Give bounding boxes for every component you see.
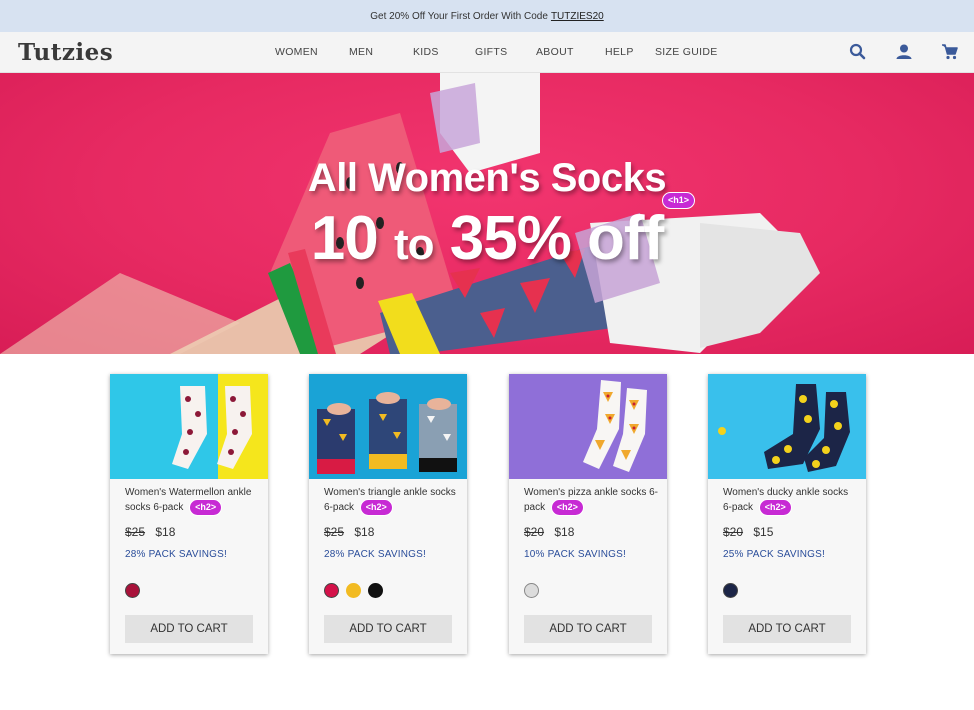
product-image[interactable] — [708, 374, 866, 479]
color-swatch-red[interactable] — [125, 583, 140, 598]
add-to-cart-button[interactable]: ADD TO CART — [524, 615, 652, 643]
promo-bar: Get 20% Off Your First Order With Code T… — [0, 0, 974, 32]
nav-item-help[interactable]: HELP — [605, 46, 634, 58]
sale-price: $18 — [554, 525, 575, 539]
pack-savings: 10% PACK SAVINGS! — [524, 549, 626, 560]
pack-savings: 28% PACK SAVINGS! — [125, 549, 227, 560]
product-card[interactable]: Women's triangle ankle socks 6-pack <h2>… — [309, 374, 467, 654]
nav-item-about[interactable]: ABOUT — [536, 46, 574, 58]
price-block: $25 $18 — [125, 525, 175, 539]
pizza-socks-image — [509, 374, 667, 479]
hero-subtitle-to: to — [393, 220, 435, 269]
site-header: Tutzies WOMEN MEN KIDS GIFTS ABOUT HELP … — [0, 32, 974, 73]
product-image[interactable] — [110, 374, 268, 479]
promo-code-link[interactable]: TUTZIES20 — [551, 11, 604, 22]
product-title[interactable]: Women's pizza ankle socks 6-pack <h2> — [524, 487, 659, 516]
product-card[interactable]: Women's Watermellon ankle socks 6-pack <… — [110, 374, 268, 654]
sale-price: $18 — [155, 525, 176, 539]
color-swatches — [324, 583, 383, 598]
add-to-cart-button[interactable]: ADD TO CART — [723, 615, 851, 643]
hero-banner[interactable]: All Women's Socks 10 to 35% off <h1> — [0, 73, 974, 354]
color-swatch-red[interactable] — [324, 583, 339, 598]
product-image[interactable] — [509, 374, 667, 479]
original-price: $25 — [125, 525, 146, 539]
product-image[interactable] — [309, 374, 467, 479]
product-card[interactable]: Women's pizza ankle socks 6-pack <h2> $2… — [509, 374, 667, 654]
add-to-cart-button[interactable]: ADD TO CART — [324, 615, 452, 643]
nav-item-men[interactable]: MEN — [349, 46, 373, 58]
original-price: $20 — [524, 525, 545, 539]
product-title[interactable]: Women's triangle ankle socks 6-pack <h2> — [324, 487, 459, 516]
product-card[interactable]: Women's ducky ankle socks 6-pack <h2> $2… — [708, 374, 866, 654]
hero-subtitle: 10 to 35% off — [0, 203, 974, 274]
sale-price: $18 — [354, 525, 375, 539]
color-swatch-white[interactable] — [524, 583, 539, 598]
h2-tag-badge: <h2> — [359, 499, 393, 516]
color-swatch-black[interactable] — [368, 583, 383, 598]
pack-savings: 28% PACK SAVINGS! — [324, 549, 426, 560]
add-to-cart-button[interactable]: ADD TO CART — [125, 615, 253, 643]
product-title-text: Women's pizza ankle socks 6-pack — [524, 487, 658, 514]
nav-item-size-guide[interactable]: SIZE GUIDE — [655, 46, 718, 58]
hero-subtitle-from: 10 — [310, 204, 379, 273]
original-price: $20 — [723, 525, 744, 539]
product-title[interactable]: Women's ducky ankle socks 6-pack <h2> — [723, 487, 858, 516]
nav-item-women[interactable]: WOMEN — [275, 46, 318, 58]
hero-title: All Women's Socks — [307, 156, 667, 200]
h2-tag-badge: <h2> — [550, 499, 584, 516]
triangle-socks-image — [309, 374, 467, 479]
nav-item-kids[interactable]: KIDS — [413, 46, 439, 58]
ducky-socks-image — [708, 374, 866, 479]
watermelon-socks-image — [110, 374, 268, 479]
account-icon[interactable] — [894, 42, 914, 62]
color-swatches — [125, 583, 140, 598]
h2-tag-badge: <h2> — [189, 499, 223, 516]
hero-subtitle-discount: 35% off — [449, 204, 664, 273]
color-swatches — [723, 583, 738, 598]
price-block: $20 $15 — [723, 525, 773, 539]
sale-price: $15 — [753, 525, 774, 539]
price-block: $20 $18 — [524, 525, 574, 539]
main-nav: WOMEN MEN KIDS GIFTS ABOUT HELP SIZE GUI… — [0, 32, 974, 73]
color-swatch-yellow[interactable] — [346, 583, 361, 598]
search-icon[interactable] — [848, 42, 868, 62]
h2-tag-badge: <h2> — [758, 499, 792, 516]
color-swatch-navy[interactable] — [723, 583, 738, 598]
pack-savings: 25% PACK SAVINGS! — [723, 549, 825, 560]
original-price: $25 — [324, 525, 345, 539]
h1-tag-badge: <h1> — [662, 192, 696, 209]
product-title[interactable]: Women's Watermellon ankle socks 6-pack <… — [125, 487, 260, 516]
cart-icon[interactable] — [940, 42, 960, 62]
promo-text: Get 20% Off Your First Order With Code — [370, 10, 548, 22]
nav-item-gifts[interactable]: GIFTS — [475, 46, 507, 58]
color-swatches — [524, 583, 539, 598]
price-block: $25 $18 — [324, 525, 374, 539]
